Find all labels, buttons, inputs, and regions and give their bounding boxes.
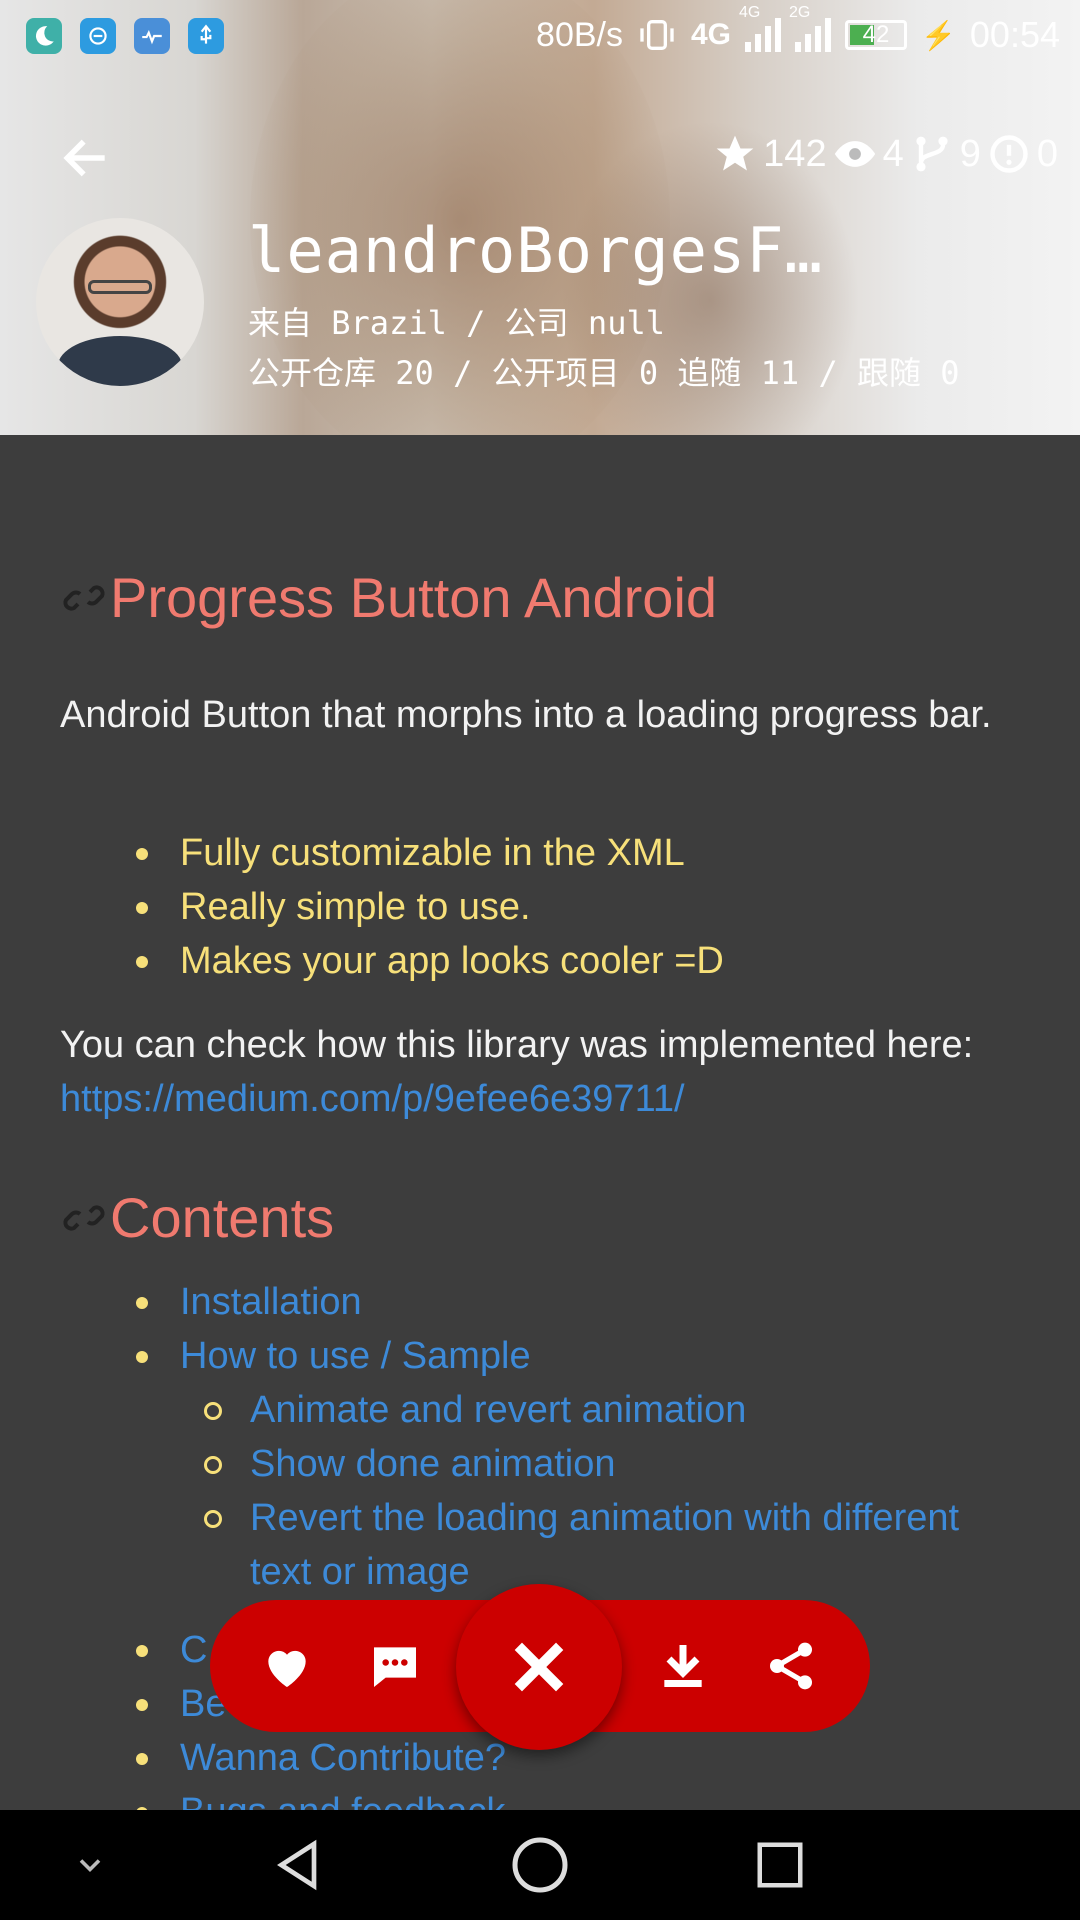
heart-icon [268,1650,306,1687]
issues-count: 0 [1036,132,1058,175]
location-company-line: 来自 Brazil / 公司 null [248,304,665,342]
circle-home-icon [512,1837,568,1893]
contents-heading: Contents [60,1185,334,1250]
close-icon [514,1642,564,1692]
star-icon [716,135,754,171]
status-right: 80B/s 4G 4G 2G 42 ⚡ 00:54 [536,4,1060,56]
clock: 00:54 [969,14,1060,55]
square-recents-icon [757,1842,803,1888]
anchor-link-icon[interactable] [60,574,108,622]
home-nav-button[interactable] [510,1835,570,1895]
hide-nav-button[interactable] [60,1835,120,1895]
net-speed: 80B/s [536,15,623,54]
comment-button[interactable] [360,1631,430,1701]
issue-icon [990,135,1028,173]
stars-count: 142 [763,132,827,175]
back-nav-button[interactable] [270,1835,330,1895]
system-navigation-bar [0,1810,1080,1920]
repo-stats: 142 4 9 0 [713,132,1058,176]
battery-icon: 42 [845,20,908,50]
close-fab-button[interactable] [456,1584,622,1750]
usb-icon [188,18,224,54]
toc-link-animate[interactable]: Animate and revert animation [130,1383,1030,1437]
counts-line: 公开仓库 20 / 公开项目 0 追随 11 / 跟随 0 [248,354,960,392]
triangle-back-icon [277,1839,317,1891]
toc-link-installation[interactable]: Installation [130,1275,1030,1329]
implementation-paragraph: You can check how this library was imple… [60,1018,1030,1126]
notification-icons [26,18,224,54]
share-icon [770,1642,812,1690]
list-item: Makes your app looks cooler =D [130,934,1030,988]
anchor-link-icon[interactable] [60,1194,108,1242]
health-app-icon [134,18,170,54]
signal-2g: 2G [789,4,832,52]
list-item: Fully customizable in the XML [130,826,1030,880]
contents-heading-text: Contents [110,1186,335,1249]
arrow-left-icon [63,139,105,177]
toc-link-how-to-use[interactable]: How to use / Sample [130,1329,1030,1383]
comment-icon [374,1647,416,1687]
network-type-label: 4G [691,18,732,51]
implementation-text: You can check how this library was imple… [60,1024,974,1066]
watchers-count: 4 [882,132,904,175]
eye-icon [834,141,875,167]
chevron-down-icon [79,1859,101,1873]
share-button[interactable] [756,1631,826,1701]
forks-count: 9 [959,132,981,175]
charging-icon: ⚡ [921,19,956,51]
toc-link-revert[interactable]: Revert the loading animation with differ… [130,1491,1030,1599]
download-button[interactable] [648,1631,718,1701]
readme-title-text: Progress Button Android [110,566,718,629]
user-name: leandroBorgesF… [248,214,823,287]
avatar[interactable] [36,218,204,386]
readme-description: Android Button that morphs into a loadin… [60,694,992,736]
toc-link-bugs[interactable]: Bugs and feedback [130,1785,1030,1810]
list-item: Really simple to use. [130,880,1030,934]
medium-link[interactable]: https://medium.com/p/9efee6e39711/ [60,1078,685,1120]
toc-link-done-animation[interactable]: Show done animation [130,1437,1030,1491]
download-icon [664,1645,702,1687]
signal-4g: 4G [739,4,782,52]
fork-icon [916,136,948,172]
features-list: Fully customizable in the XML Really sim… [130,826,1030,988]
status-bar: 80B/s 4G 4G 2G 42 ⚡ 00:54 [0,0,1080,72]
profile-header: 80B/s 4G 4G 2G 42 ⚡ 00:54 142 4 9 0 lean… [0,0,1080,435]
back-button[interactable] [58,130,114,186]
like-button[interactable] [252,1631,322,1701]
moon-app-icon [26,18,62,54]
recents-nav-button[interactable] [750,1835,810,1895]
readme-title: Progress Button Android [60,565,717,630]
sync-app-icon [80,18,116,54]
vibrate-icon [640,20,674,50]
